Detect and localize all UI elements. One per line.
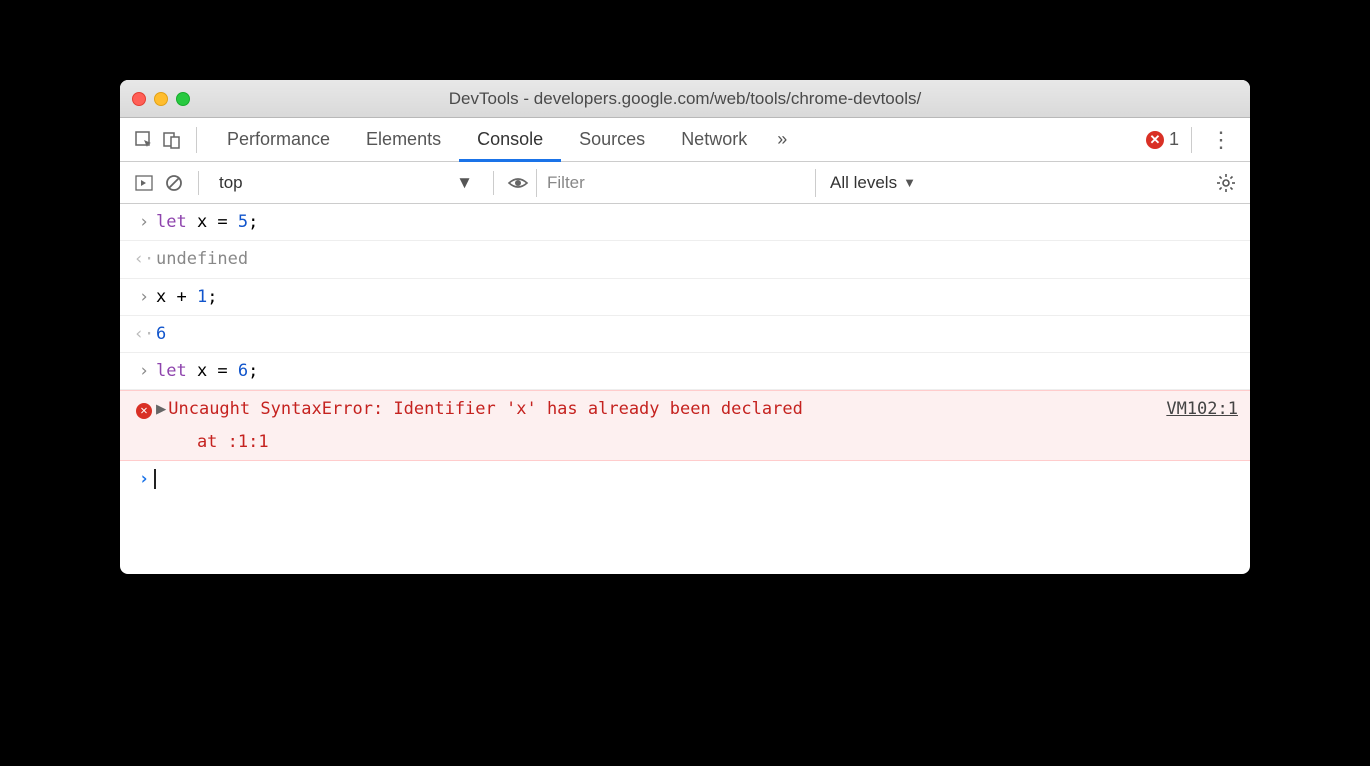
more-menu-button[interactable]: ⋮ [1204, 127, 1238, 153]
subbar-divider [198, 171, 199, 195]
console-code: let x = 6; [156, 355, 1238, 387]
tab-sources[interactable]: Sources [561, 118, 663, 162]
console-result: 6 [156, 318, 1238, 350]
console-error-row: ✕▶Uncaught SyntaxError: Identifier 'x' h… [120, 390, 1250, 461]
console-prompt-input[interactable] [156, 463, 1238, 495]
sidebar-toggle-icon[interactable] [132, 171, 156, 195]
inspect-icon[interactable] [132, 128, 156, 152]
console-prompt-row: › [120, 461, 1250, 497]
console-input-row: ›x + 1; [120, 279, 1250, 316]
input-chevron-icon: › [132, 206, 156, 238]
toolbar-divider [196, 127, 197, 153]
window-maximize-button[interactable] [176, 92, 190, 106]
console-code: let x = 5; [156, 206, 1238, 238]
console-result-row: ‹·6 [120, 316, 1250, 353]
subbar-divider [493, 171, 494, 195]
error-x-icon: ✕ [1146, 131, 1164, 149]
console-output[interactable]: ›let x = 5;‹·undefined›x + 1;‹·6›let x =… [120, 204, 1250, 574]
live-expression-icon[interactable] [506, 171, 530, 195]
tab-elements[interactable]: Elements [348, 118, 459, 162]
error-icon: ✕ [136, 403, 152, 419]
expand-triangle-icon[interactable]: ▶ [156, 399, 166, 419]
tab-network[interactable]: Network [663, 118, 765, 162]
error-count: 1 [1169, 129, 1179, 150]
clear-console-icon[interactable] [162, 171, 186, 195]
console-input-row: ›let x = 5; [120, 204, 1250, 241]
console-subbar: top ▼ All levels ▼ [120, 162, 1250, 204]
context-value: top [219, 173, 243, 193]
device-toggle-icon[interactable] [160, 128, 184, 152]
window-title: DevTools - developers.google.com/web/too… [120, 89, 1250, 109]
titlebar: DevTools - developers.google.com/web/too… [120, 80, 1250, 118]
chevron-down-icon: ▼ [903, 175, 916, 190]
window-minimize-button[interactable] [154, 92, 168, 106]
prompt-chevron-icon: › [132, 463, 156, 495]
tab-performance[interactable]: Performance [209, 118, 348, 162]
input-chevron-icon: › [132, 355, 156, 387]
error-count-badge[interactable]: ✕ 1 [1146, 129, 1179, 150]
main-toolbar: PerformanceElementsConsoleSourcesNetwork… [120, 118, 1250, 162]
console-settings-icon[interactable] [1214, 171, 1238, 195]
log-level-label: All levels [830, 173, 897, 193]
tabs-overflow-button[interactable]: » [769, 118, 795, 162]
toolbar-divider [1191, 127, 1192, 153]
result-chevron-icon: ‹· [132, 243, 156, 275]
console-input-row: ›let x = 6; [120, 353, 1250, 390]
console-code: x + 1; [156, 281, 1238, 313]
filter-input[interactable] [536, 169, 816, 197]
context-select[interactable]: top ▼ [211, 173, 481, 193]
chevron-down-icon: ▼ [456, 173, 473, 193]
tab-console[interactable]: Console [459, 118, 561, 162]
log-level-select[interactable]: All levels ▼ [822, 173, 924, 193]
input-chevron-icon: › [132, 281, 156, 313]
traffic-lights [132, 92, 190, 106]
result-chevron-icon: ‹· [132, 318, 156, 350]
error-message: ▶Uncaught SyntaxError: Identifier 'x' ha… [156, 393, 1166, 458]
console-result: undefined [156, 243, 1238, 275]
console-result-row: ‹·undefined [120, 241, 1250, 278]
devtools-window: DevTools - developers.google.com/web/too… [120, 80, 1250, 574]
window-close-button[interactable] [132, 92, 146, 106]
error-source-link[interactable]: VM102:1 [1166, 393, 1238, 458]
tabs-container: PerformanceElementsConsoleSourcesNetwork [209, 118, 765, 162]
